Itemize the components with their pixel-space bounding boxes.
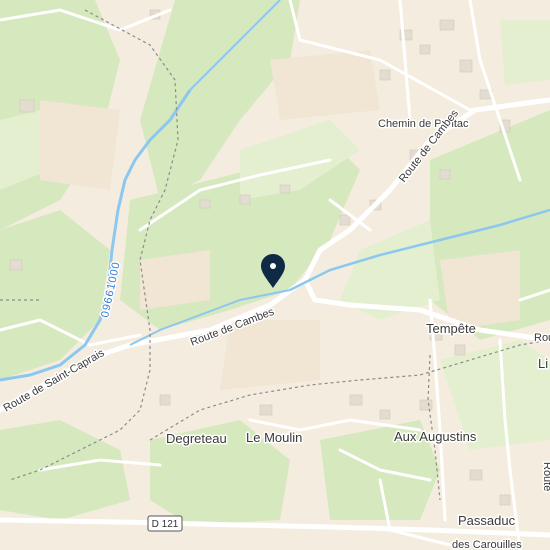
road-label-des-carouilles: des Carouilles (452, 539, 522, 550)
place-label-li: Li (538, 356, 548, 371)
road-label-route-bottom-right: Route (541, 462, 550, 491)
place-label-tempete: Tempête (426, 321, 476, 336)
road-shield-label: D 121 (152, 519, 179, 530)
place-label-le-moulin: Le Moulin (246, 430, 302, 445)
map-canvas[interactable]: D 121 Chemin de Pontac Route de Cambes R… (0, 0, 550, 550)
map-view[interactable]: D 121 Chemin de Pontac Route de Cambes R… (0, 0, 550, 550)
place-label-degreteau: Degreteau (166, 431, 227, 446)
road-label-route-right-edge: Route (534, 332, 550, 344)
place-label-aux-augustins: Aux Augustins (394, 429, 477, 444)
place-label-passaduc: Passaduc (458, 513, 516, 528)
road-shield-d121: D 121 (147, 515, 183, 532)
